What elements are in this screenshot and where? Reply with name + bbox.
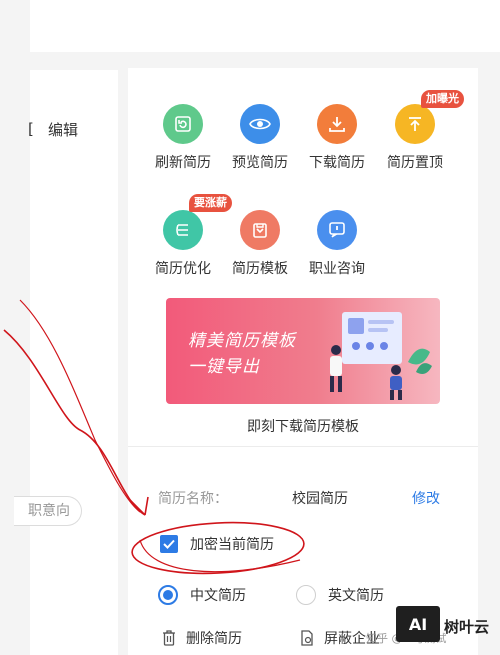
radio-button[interactable] xyxy=(158,585,178,605)
tool-refresh-resume[interactable]: 刷新简历 xyxy=(143,104,223,172)
divider xyxy=(128,446,478,447)
radio-label: 英文简历 xyxy=(328,588,384,604)
optimize-icon xyxy=(163,210,203,250)
encrypt-label: 加密当前简历 xyxy=(190,537,274,553)
shield-doc-icon xyxy=(301,630,313,646)
banner-subtitle: 一键导出 xyxy=(188,357,260,377)
check-icon xyxy=(163,539,175,549)
delete-label: 删除简历 xyxy=(186,631,242,647)
tool-label: 下载简历 xyxy=(309,155,365,171)
edit-link[interactable]: 编辑 xyxy=(48,119,78,140)
tool-label: 简历优化 xyxy=(155,261,211,277)
edit-icon: [ xyxy=(28,120,34,138)
encrypt-resume-option[interactable]: 加密当前简历 xyxy=(160,534,274,554)
job-intent-tag[interactable]: 职意向 xyxy=(14,496,82,526)
watermark-logo-text: AI xyxy=(408,614,428,634)
encrypt-checkbox[interactable] xyxy=(160,535,178,553)
chat-icon xyxy=(317,210,357,250)
radio-english-resume[interactable]: 英文简历 xyxy=(296,585,384,605)
eye-icon xyxy=(240,104,280,144)
radio-button[interactable] xyxy=(296,585,316,605)
rename-link[interactable]: 修改 xyxy=(412,488,440,508)
template-icon xyxy=(240,210,280,250)
tool-label: 简历模板 xyxy=(232,261,288,277)
tool-resume-template[interactable]: 简历模板 xyxy=(220,210,300,278)
banner-caption[interactable]: 即刻下载简历模板 xyxy=(166,416,440,436)
tool-pin-resume[interactable]: 加曝光 简历置顶 xyxy=(375,90,464,172)
pin-top-icon xyxy=(395,104,435,144)
radio-chinese-resume[interactable]: 中文简历 xyxy=(158,585,246,605)
tool-career-consult[interactable]: 职业咨询 xyxy=(297,210,377,278)
boost-badge: 加曝光 xyxy=(421,90,464,108)
resume-name-label: 简历名称： xyxy=(158,491,228,507)
trash-icon xyxy=(163,630,175,646)
top-bar xyxy=(30,0,500,52)
tool-download-resume[interactable]: 下载简历 xyxy=(297,104,377,172)
tool-label: 刷新简历 xyxy=(155,155,211,171)
tool-optimize-resume[interactable]: 要涨薪 简历优化 xyxy=(143,194,232,278)
radio-label: 中文简历 xyxy=(190,588,246,604)
resume-illustration-icon xyxy=(330,312,432,400)
tool-preview-resume[interactable]: 预览简历 xyxy=(220,104,300,172)
refresh-icon xyxy=(163,104,203,144)
tool-label: 预览简历 xyxy=(232,155,288,171)
left-panel xyxy=(30,70,118,655)
watermark-brand: 树叶云 xyxy=(444,618,490,636)
template-banner[interactable]: 精美简历模板 一键导出 xyxy=(166,298,440,404)
watermark-logo: AI xyxy=(396,606,440,642)
delete-resume-button[interactable]: 删除简历 xyxy=(162,628,242,648)
download-icon xyxy=(317,104,357,144)
tool-label: 职业咨询 xyxy=(309,261,365,277)
resume-name-value: 校园简历 xyxy=(292,491,348,507)
tool-label: 简历置顶 xyxy=(387,155,443,171)
banner-title: 精美简历模板 xyxy=(188,331,296,351)
